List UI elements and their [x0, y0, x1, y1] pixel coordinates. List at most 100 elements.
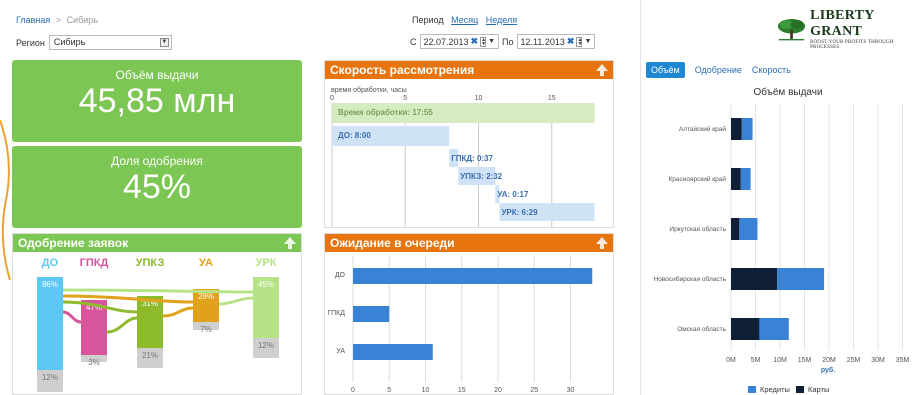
- flow-arrow: [62, 288, 254, 294]
- queue-chart: 051015202530ДОГПКДУАчисло заявок в очере…: [327, 256, 593, 394]
- credits-bar: [741, 118, 753, 140]
- logo: LIBERTY GRANT BOOST YOUR PROFITS THROUGH…: [777, 8, 919, 50]
- category-label: Новосибирская область: [654, 275, 727, 283]
- legend-swatch: [796, 386, 804, 393]
- volume-tabs: Объём Одобрение Скорость: [646, 62, 791, 78]
- arrow-up-icon[interactable]: [595, 63, 609, 77]
- tab-speed[interactable]: Скорость: [752, 65, 791, 75]
- logo-tagline: BOOST YOUR PROFITS THROUGH PROCESSES: [810, 40, 894, 50]
- category-label: ДО: [335, 272, 346, 279]
- tick-label: 15: [458, 387, 466, 394]
- spinner-icon[interactable]: ▲ ▼: [576, 36, 583, 47]
- tab-volume[interactable]: Объём: [646, 62, 685, 78]
- stage-label: ДО: [42, 257, 59, 269]
- tick-label: 5: [403, 95, 407, 102]
- date-from-label: С: [410, 36, 417, 47]
- date-from-field[interactable]: 22.07.2013 ✖ ▲ ▼ ▼: [419, 34, 500, 49]
- panel-header: Скорость рассмотрения: [325, 61, 613, 79]
- panel-title: Одобрение заявок: [18, 236, 129, 250]
- breadcrumb-home[interactable]: Главная: [16, 15, 50, 25]
- kpi-volume: Объём выдачи 45,85 млн: [12, 60, 302, 142]
- credits-bar: [739, 218, 758, 240]
- date-to-label: По: [502, 36, 514, 47]
- speed-bar-label: Время обработки: 17:55: [338, 108, 433, 117]
- region-label: Регион: [16, 37, 45, 48]
- kpi-label: Доля одобрения: [111, 154, 203, 168]
- tick-label: 25M: [847, 357, 861, 364]
- speed-bar-label: УА: 0:17: [497, 190, 529, 199]
- tick-label: 10M: [773, 357, 787, 364]
- tick-label: 20M: [822, 357, 836, 364]
- tick-label: 0: [330, 95, 334, 102]
- chevron-down-icon[interactable]: ▼: [488, 38, 495, 45]
- cards-bar: [731, 168, 741, 190]
- period-month-link[interactable]: Месяц: [451, 15, 478, 25]
- tick-label: 0M: [726, 357, 736, 364]
- category-label: Омская область: [677, 325, 726, 333]
- flow-arrow: [62, 310, 82, 324]
- date-to-value: 12.11.2013: [520, 36, 565, 47]
- queue-bar: [353, 306, 390, 322]
- stage-reject-pct: 12%: [42, 373, 58, 382]
- tick-label: 0: [351, 387, 355, 394]
- chevron-down-icon[interactable]: ▼: [584, 38, 591, 45]
- region-filter: Регион Сибирь ▼: [16, 35, 172, 50]
- approval-flow-chart: ДО86%12%ГПКД47%3%УПКЗ31%21%УА28%7%УРК45%…: [37, 257, 279, 392]
- kpi-value: 45%: [122, 168, 192, 206]
- chevron-down-icon[interactable]: ▼: [159, 38, 169, 47]
- clear-icon[interactable]: ✖: [471, 36, 479, 47]
- region-select[interactable]: Сибирь ▼: [48, 35, 172, 50]
- tick-label: 20: [494, 387, 502, 394]
- credits-bar: [740, 168, 751, 190]
- stage-pct: 45%: [258, 280, 274, 289]
- legend-label: Карты: [808, 385, 829, 394]
- tick-label: 30M: [871, 357, 885, 364]
- breadcrumb-current: Сибирь: [66, 15, 98, 25]
- stage-reject-pct: 3%: [88, 358, 100, 367]
- tick-label: 5: [387, 387, 391, 394]
- category-label: ГПКД: [327, 310, 345, 317]
- cards-bar: [731, 268, 778, 290]
- stage-label: УА: [199, 257, 213, 269]
- stage-reject-pct: 21%: [142, 351, 158, 360]
- panel-title: Скорость рассмотрения: [330, 63, 475, 77]
- queue-panel: Ожидание в очереди 051015202530ДОГПКДУАч…: [324, 233, 614, 395]
- category-label: Иркутская область: [669, 225, 726, 233]
- speed-bar-label: УРК: 6:29: [501, 208, 538, 217]
- category-label: Красноярский край: [669, 175, 727, 183]
- stage-pct: 28%: [198, 292, 214, 301]
- tick-label: 15M: [798, 357, 812, 364]
- arrow-up-icon[interactable]: [283, 236, 297, 250]
- cards-bar: [731, 118, 742, 140]
- axis-title: время обработки, часы: [331, 86, 407, 94]
- tab-approval[interactable]: Одобрение: [695, 65, 742, 75]
- category-label: Алтайский край: [679, 125, 727, 133]
- credits-bar: [777, 268, 825, 290]
- region-value: Сибирь: [53, 37, 86, 47]
- stage-label: УПКЗ: [136, 257, 165, 269]
- panel-header: Ожидание в очереди: [325, 234, 613, 252]
- speed-chart: время обработки, часы0 5 10 15 Время обработ…: [330, 86, 595, 227]
- legend-swatch: [748, 386, 756, 393]
- credits-bar: [759, 318, 789, 340]
- tick-label: 30: [567, 387, 575, 394]
- tick-label: 10: [475, 95, 483, 102]
- stage-reject-pct: 7%: [200, 325, 212, 334]
- date-to-field[interactable]: 12.11.2013 ✖ ▲ ▼ ▼: [516, 34, 596, 49]
- kpi-value: 45,85 млн: [78, 82, 236, 120]
- tick-label: 25: [530, 387, 538, 394]
- speed-panel: Скорость рассмотрения время обработки, ч…: [324, 60, 614, 228]
- divider: [640, 0, 641, 395]
- tick-label: 5M: [751, 357, 761, 364]
- volume-chart: Объём выдачи 0M 5M 10M 15M 20M 25M 30M 35M руб. Ал…: [654, 86, 910, 394]
- approval-panel: Одобрение заявок ДО 86% 12% ГПКД 47% 3% УПКЗ 31…: [12, 233, 302, 395]
- legend-label: Кредиты: [760, 385, 790, 394]
- stage-label: ГПКД: [80, 257, 109, 269]
- kpi-approval-share: Доля одобрения 45%: [12, 146, 302, 228]
- chart-title: Объём выдачи: [753, 86, 822, 98]
- period-week-link[interactable]: Неделя: [486, 15, 517, 25]
- clear-icon[interactable]: ✖: [567, 36, 575, 47]
- arrow-up-icon[interactable]: [595, 236, 609, 250]
- stage-label: УРК: [256, 257, 277, 269]
- spinner-icon[interactable]: ▲ ▼: [480, 36, 487, 47]
